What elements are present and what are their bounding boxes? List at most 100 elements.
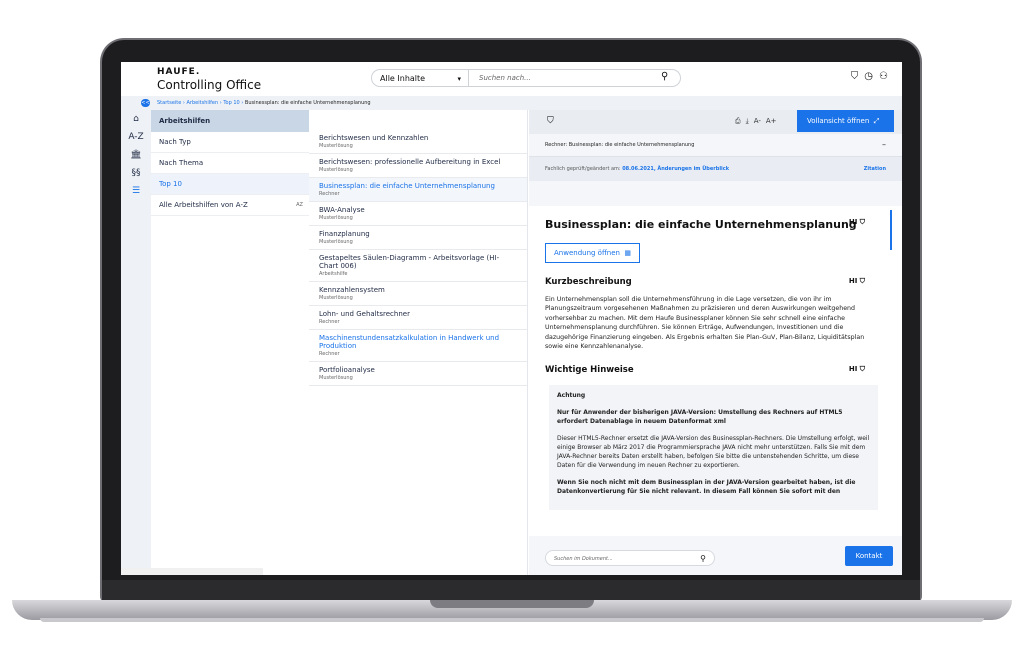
search-icon[interactable]: ⚲ xyxy=(700,551,706,567)
hi-label: HI xyxy=(848,218,858,226)
left-rail: ⌂ A-Z 🏛 §§ ☰ xyxy=(121,110,151,575)
list-item-title: Portfolioanalyse xyxy=(319,366,375,374)
list-item-title: Kennzahlensystem xyxy=(319,286,385,294)
history-icon[interactable]: ◷ xyxy=(864,71,873,82)
list-item-title: Maschinenstundensatzkalkulation in Handw… xyxy=(319,334,500,350)
doc-title: Businessplan: die einfache Unternehmensp… xyxy=(545,218,865,231)
section-heading-text: Wichtige Hinweise xyxy=(545,365,634,376)
laptop-chin xyxy=(102,580,920,602)
expand-icon: ⤢ xyxy=(871,117,880,125)
bookmark-icon[interactable]: ⛉ xyxy=(851,71,859,82)
list-item-title: Gestapeltes Säulen-Diagramm - Arbeitsvor… xyxy=(319,254,500,270)
nav-item-type[interactable]: Nach Typ xyxy=(151,132,309,153)
top-bar: HAUFE. Controlling Office Alle Inhalte ▾… xyxy=(121,62,902,96)
brand[interactable]: HAUFE. Controlling Office xyxy=(157,67,261,92)
list-item-type: Rechner xyxy=(319,191,340,197)
contact-button[interactable]: Kontakt xyxy=(845,546,893,566)
breadcrumb-trail: Startseite › Arbeitshilfen › Top 10 › Bu… xyxy=(157,100,371,106)
bookmark-icon: ⛉ xyxy=(859,218,865,226)
list-item[interactable]: Berichtswesen und Kennzahlen Musterlösung xyxy=(309,130,527,154)
breadcrumb-item[interactable]: Arbeitshilfen xyxy=(187,100,219,106)
bookmark-icon: ⛉ xyxy=(859,277,865,285)
laptop-notch xyxy=(430,600,594,608)
section-heading-text: Kurzbeschreibung xyxy=(545,277,632,287)
scrollbar[interactable] xyxy=(890,210,892,250)
list-item[interactable]: Portfolioanalyse Musterlösung xyxy=(309,362,527,386)
full-view-button[interactable]: Vollansicht öffnen ⤢ xyxy=(797,110,894,132)
rechner-title: Rechner: Businessplan: die einfache Unte… xyxy=(545,142,695,148)
search-scope-select[interactable]: Alle Inhalte ▾ xyxy=(371,69,469,87)
full-view-label: Vollansicht öffnen xyxy=(807,117,870,125)
breadcrumb-item[interactable]: Startseite xyxy=(157,100,181,106)
section-heading: Wichtige Hinweise HI ⛉ xyxy=(545,365,865,375)
product-name: Controlling Office xyxy=(157,78,262,92)
list-item-type: Rechner xyxy=(319,319,340,325)
list-item-type: Musterlösung xyxy=(319,375,353,381)
hi-bookmark[interactable]: HI ⛉ xyxy=(849,218,865,227)
hi-bookmark[interactable]: HI ⛉ xyxy=(849,365,865,374)
print-icon[interactable]: ⎙ xyxy=(735,117,741,126)
az-icon[interactable]: A-Z xyxy=(121,128,151,146)
status-url xyxy=(121,568,263,575)
open-application-button[interactable]: Anwendung öffnen ▦ xyxy=(545,243,641,263)
list-item[interactable]: Finanzplanung Musterlösung xyxy=(309,226,527,250)
list-item[interactable]: Lohn- und Gehaltsrechner Rechner xyxy=(309,306,527,330)
haufe-logo: HAUFE. xyxy=(157,67,201,77)
open-application-label: Anwendung öffnen xyxy=(554,249,620,257)
grid-icon: ▦ xyxy=(622,249,632,257)
list-item[interactable]: Kennzahlensystem Musterlösung xyxy=(309,282,527,306)
list-item-title: Finanzplanung xyxy=(319,230,370,238)
warning-note: Achtung Nur für Anwender der bisherigen … xyxy=(549,385,878,511)
list-item-type: Musterlösung xyxy=(319,143,353,149)
checked-date: 08.06.2021, xyxy=(622,166,656,172)
search-icon[interactable]: ⚲ xyxy=(661,71,668,82)
download-icon[interactable]: ⤓ xyxy=(746,117,749,126)
app-screen: HAUFE. Controlling Office Alle Inhalte ▾… xyxy=(121,62,902,575)
doc-body: Businessplan: die einfache Unternehmensp… xyxy=(529,206,902,536)
list-item[interactable]: Gestapeltes Säulen-Diagramm - Arbeitsvor… xyxy=(309,250,527,282)
doc-tools: ⎙ ⤓ A- A+ xyxy=(735,117,777,126)
nav-item-top10[interactable]: Top 10 xyxy=(151,174,309,195)
nav-panel: Arbeitshilfen Nach Typ Nach Thema Top 10… xyxy=(151,110,310,575)
list-item[interactable]: BWA-Analyse Musterlösung xyxy=(309,202,527,226)
list-item-type: Musterlösung xyxy=(319,215,353,221)
search-input[interactable]: Suchen nach... xyxy=(469,69,681,87)
doc-meta: Fachlich geprüft/geändert am: 08.06.2021… xyxy=(529,157,902,181)
list-item[interactable]: Maschinenstundensatzkalkulation in Handw… xyxy=(309,330,527,362)
list-item-title: Berichtswesen und Kennzahlen xyxy=(319,134,429,142)
note-bold: Nur für Anwender der bisherigen JAVA-Ver… xyxy=(557,409,843,426)
institution-icon[interactable]: 🏛 xyxy=(121,146,151,164)
paragraph-icon[interactable]: §§ xyxy=(121,164,151,182)
list-item-selected[interactable]: Businessplan: die einfache Unternehmensp… xyxy=(309,178,527,202)
checked-label: Fachlich geprüft/geändert am: xyxy=(545,166,621,172)
hi-label: HI xyxy=(848,365,858,374)
note-text: Dieser HTML5-Rechner ersetzt die JAVA-Ve… xyxy=(557,435,870,470)
citation-link[interactable]: Zitation xyxy=(864,157,886,181)
section-heading: Kurzbeschreibung HI ⛉ xyxy=(545,277,865,287)
nav-heading: Arbeitshilfen xyxy=(151,110,309,132)
breadcrumb-current: Businessplan: die einfache Unternehmensp… xyxy=(244,100,371,106)
font-increase-button[interactable]: A+ xyxy=(766,117,777,126)
nav-item-all-az[interactable]: Alle Arbeitshilfen von A-Z AZ xyxy=(151,195,309,216)
home-icon[interactable]: ⌂ xyxy=(121,110,151,128)
changes-link[interactable]: Änderungen im Überblick xyxy=(657,166,729,172)
font-decrease-button[interactable]: A- xyxy=(754,117,761,126)
list-item-title: Berichtswesen: professionelle Aufbereitu… xyxy=(319,158,501,166)
list-icon[interactable]: ☰ xyxy=(121,182,151,200)
collapse-toggle[interactable]: << xyxy=(141,99,150,107)
list-item[interactable]: Berichtswesen: professionelle Aufbereitu… xyxy=(309,154,527,178)
breadcrumb: << Startseite › Arbeitshilfen › Top 10 ›… xyxy=(121,96,902,110)
nav-item-topic[interactable]: Nach Thema xyxy=(151,153,309,174)
collapse-icon[interactable]: – xyxy=(882,134,886,156)
breadcrumb-item[interactable]: Top 10 xyxy=(223,100,239,106)
search-scope-value: Alle Inhalte xyxy=(380,74,426,83)
hi-label: HI xyxy=(848,277,858,285)
user-icon[interactable]: ⚇ xyxy=(879,71,888,82)
bookmark-icon: ⛉ xyxy=(859,365,865,374)
laptop-foot xyxy=(40,618,984,622)
section-paragraph: Ein Unternehmensplan soll die Unternehme… xyxy=(545,296,865,351)
doc-search-input[interactable]: Suchen im Dokument... ⚲ xyxy=(545,550,715,566)
list-item-title: BWA-Analyse xyxy=(319,206,365,214)
hi-bookmark[interactable]: HI ⛉ xyxy=(849,277,865,286)
bookmark-icon[interactable]: ⛉ xyxy=(547,116,554,126)
